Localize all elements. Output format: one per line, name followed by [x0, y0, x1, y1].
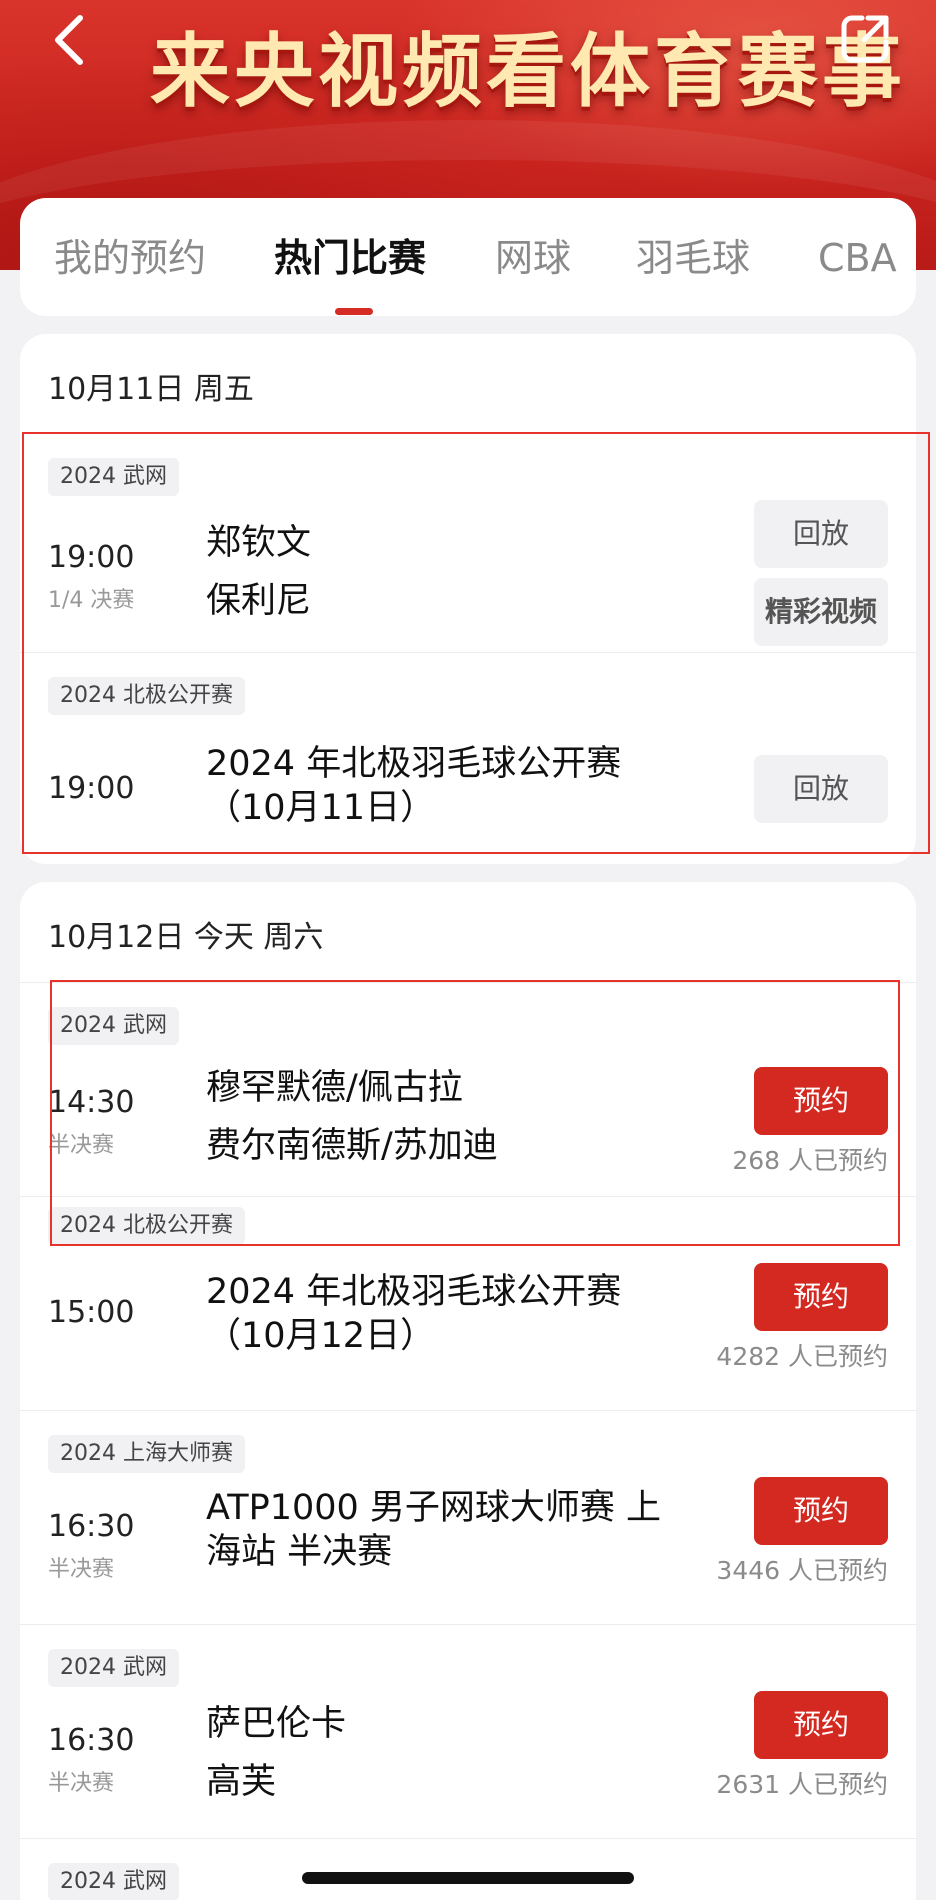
tab-badminton[interactable]: 羽毛球 [636, 228, 750, 288]
reserve-button[interactable]: 预约 [754, 1477, 888, 1545]
back-button[interactable] [40, 8, 96, 72]
share-icon [841, 15, 889, 63]
player-name: 保利尼 [206, 581, 312, 621]
highlights-button[interactable]: 精彩视频 [754, 578, 888, 646]
reserve-button[interactable]: 预约 [754, 1691, 888, 1759]
tab-cba[interactable]: CBA [818, 228, 897, 288]
reservation-count: 3446 人已预约 [716, 1556, 888, 1585]
day-card-oct-12: 10月12日 今天 周六 2024 武网 14:30 半决赛 穆罕默德/佩古拉 … [20, 882, 916, 1900]
tournament-tag: 2024 武网 [48, 1649, 179, 1687]
share-button[interactable] [834, 6, 898, 70]
reserve-button[interactable]: 预约 [754, 1263, 888, 1331]
match-title: 2024 年北极羽毛球公开赛 [206, 1272, 622, 1312]
match-item[interactable]: 2024 北极公开赛 15:00 2024 年北极羽毛球公开赛 （10月12日）… [20, 1196, 916, 1410]
match-time: 19:00 [48, 771, 135, 806]
match-title: 海站 半决赛 [206, 1532, 393, 1572]
match-item[interactable]: 2024 武网 [20, 1838, 916, 1900]
day-card-oct-11: 10月11日 周五 2024 武网 19:00 1/4 决赛 郑钦文 保利尼 回… [20, 334, 916, 864]
tournament-tag: 2024 武网 [48, 458, 179, 496]
tournament-tag: 2024 北极公开赛 [48, 677, 245, 715]
day-header: 10月11日 周五 [48, 372, 254, 407]
tab-tennis[interactable]: 网球 [495, 228, 571, 288]
player-name: 郑钦文 [206, 523, 312, 563]
match-title: 2024 年北极羽毛球公开赛 [206, 744, 622, 784]
home-indicator[interactable] [302, 1872, 634, 1884]
replay-button[interactable]: 回放 [754, 755, 888, 823]
player-name: 萨巴伦卡 [206, 1704, 347, 1744]
tournament-tag: 2024 上海大师赛 [48, 1435, 245, 1473]
tab-hot-matches[interactable]: 热门比赛 [274, 228, 426, 288]
match-stage: 半决赛 [48, 1557, 115, 1582]
reservation-count: 4282 人已预约 [716, 1342, 888, 1371]
match-title: （10月12日） [206, 1316, 436, 1356]
match-time: 16:30 [48, 1723, 135, 1758]
player-name: 高芙 [206, 1762, 277, 1802]
match-item[interactable]: 2024 武网 14:30 半决赛 穆罕默德/佩古拉 费尔南德斯/苏加迪 预约 … [20, 982, 916, 1196]
tournament-tag: 2024 武网 [48, 1863, 179, 1900]
category-tab-bar: 我的预约 热门比赛 网球 羽毛球 CBA [20, 198, 916, 316]
reservation-count: 268 人已预约 [732, 1146, 888, 1175]
player-name: 费尔南德斯/苏加迪 [206, 1126, 498, 1166]
page-title: 来央视频看体育赛事 [150, 25, 906, 118]
match-item[interactable]: 2024 武网 16:30 半决赛 萨巴伦卡 高芙 预约 2631 人已预约 [20, 1624, 916, 1838]
match-time: 19:00 [48, 540, 135, 575]
match-time: 16:30 [48, 1509, 135, 1544]
match-item[interactable]: 2024 上海大师赛 16:30 半决赛 ATP1000 男子网球大师赛 上 海… [20, 1410, 916, 1624]
match-title: ATP1000 男子网球大师赛 上 [206, 1488, 662, 1528]
match-item[interactable]: 2024 北极公开赛 19:00 2024 年北极羽毛球公开赛 （10月11日）… [20, 652, 916, 864]
match-title: （10月11日） [206, 788, 436, 828]
tournament-tag: 2024 武网 [48, 1007, 179, 1045]
tab-my-reservations[interactable]: 我的预约 [54, 228, 206, 288]
day-header: 10月12日 今天 周六 [48, 920, 324, 955]
active-tab-indicator [335, 308, 373, 315]
match-stage: 1/4 决赛 [48, 588, 135, 613]
match-time: 14:30 [48, 1085, 135, 1120]
reserve-button[interactable]: 预约 [754, 1067, 888, 1135]
match-item[interactable]: 2024 武网 19:00 1/4 决赛 郑钦文 保利尼 回放 精彩视频 [20, 434, 916, 646]
replay-button[interactable]: 回放 [754, 500, 888, 568]
match-stage: 半决赛 [48, 1133, 115, 1158]
reservation-count: 2631 人已预约 [716, 1770, 888, 1799]
player-name: 穆罕默德/佩古拉 [206, 1068, 463, 1108]
tournament-tag: 2024 北极公开赛 [48, 1207, 245, 1245]
match-time: 15:00 [48, 1295, 135, 1330]
chevron-left-icon [55, 15, 83, 65]
match-stage: 半决赛 [48, 1771, 115, 1796]
